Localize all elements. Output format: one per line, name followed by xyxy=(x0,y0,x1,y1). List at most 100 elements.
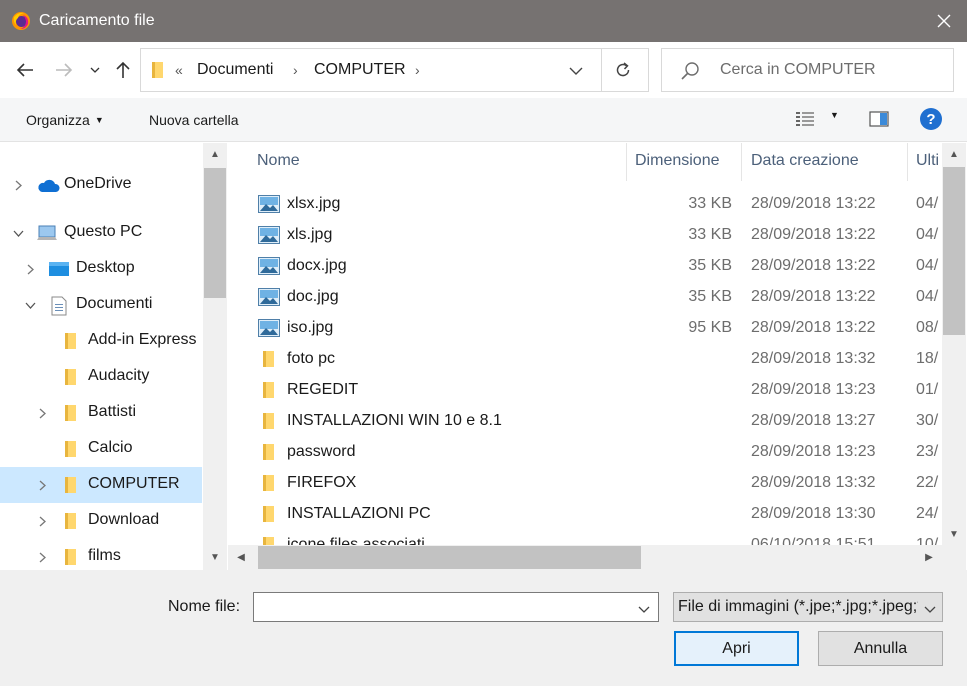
expand-chevron-icon[interactable] xyxy=(36,406,48,420)
file-name: INSTALLAZIONI WIN 10 e 8.1 xyxy=(287,412,502,429)
file-row[interactable]: foto pc 28/09/2018 13:32 18/ xyxy=(228,344,940,375)
sidebar-item-documenti[interactable]: Documenti xyxy=(0,287,202,323)
sidebar-item-label: Download xyxy=(88,511,160,528)
search-box[interactable]: Cerca in COMPUTER xyxy=(661,48,954,92)
sidebar-item-label: Documenti xyxy=(76,295,153,312)
scroll-left-icon[interactable]: ◀ xyxy=(230,545,252,570)
filetype-select[interactable]: File di immagini (*.jpe;*.jpg;*.jpeg;*.g… xyxy=(673,592,943,622)
filename-input[interactable] xyxy=(253,592,659,622)
preview-pane-button[interactable] xyxy=(869,110,889,132)
column-divider[interactable] xyxy=(626,143,627,181)
sidebar-item-onedrive[interactable]: OneDrive xyxy=(0,167,202,203)
address-dropdown-button[interactable] xyxy=(569,63,583,80)
file-row[interactable]: FIREFOX 28/09/2018 13:32 22/ xyxy=(228,468,940,499)
expand-chevron-icon[interactable] xyxy=(24,262,36,276)
breadcrumb-separator[interactable]: › xyxy=(415,62,420,78)
back-button[interactable] xyxy=(14,59,36,81)
file-row[interactable]: doc.jpg 35 KB 28/09/2018 13:22 04/ xyxy=(228,282,940,313)
folder-icon xyxy=(62,548,78,570)
close-icon xyxy=(937,14,951,28)
column-header-name[interactable]: Nome xyxy=(257,143,300,181)
column-header-created[interactable]: Data creazione xyxy=(751,143,859,181)
address-bar[interactable]: « Documenti › COMPUTER › xyxy=(140,48,649,92)
close-button[interactable] xyxy=(921,0,967,42)
file-row[interactable]: docx.jpg 35 KB 28/09/2018 13:22 04/ xyxy=(228,251,940,282)
scrollbar-thumb[interactable] xyxy=(204,168,226,298)
file-row[interactable]: xls.jpg 33 KB 28/09/2018 13:22 04/ xyxy=(228,220,940,251)
collapse-chevron-icon[interactable] xyxy=(24,298,36,312)
navigation-scrollbar[interactable]: ▲ ▼ xyxy=(203,143,227,570)
file-row[interactable]: REGEDIT 28/09/2018 13:23 01/ xyxy=(228,375,940,406)
expand-chevron-icon[interactable] xyxy=(36,514,48,528)
folder-icon xyxy=(260,350,276,372)
sidebar-item-calcio[interactable]: Calcio xyxy=(0,431,202,467)
sidebar-item-battisti[interactable]: Battisti xyxy=(0,395,202,431)
breadcrumb-computer[interactable]: COMPUTER xyxy=(314,61,406,79)
expand-chevron-icon[interactable] xyxy=(12,178,24,192)
file-row[interactable]: INSTALLAZIONI WIN 10 e 8.1 28/09/2018 13:… xyxy=(228,406,940,437)
folder-icon xyxy=(62,332,78,354)
sidebar-item-audacity[interactable]: Audacity xyxy=(0,359,202,395)
file-modified-date: 18/ xyxy=(916,350,939,367)
forward-button[interactable] xyxy=(53,59,75,81)
sidebar-item-questo-pc[interactable]: Questo PC xyxy=(0,215,202,251)
organize-menu-button[interactable]: Organizza ▼ xyxy=(26,112,104,128)
file-created-date: 28/09/2018 13:23 xyxy=(751,443,876,460)
file-name: doc.jpg xyxy=(287,288,339,305)
column-header-modified[interactable]: Ulti xyxy=(916,143,939,181)
recent-locations-button[interactable] xyxy=(84,59,106,81)
file-modified-date: 04/ xyxy=(916,257,939,274)
file-row[interactable]: password 28/09/2018 13:23 23/ xyxy=(228,437,940,468)
help-button[interactable]: ? xyxy=(920,108,942,130)
file-created-date: 28/09/2018 13:32 xyxy=(751,474,876,491)
folder-icon xyxy=(260,381,276,403)
folder-icon xyxy=(260,412,276,434)
sidebar-item-add-in-express[interactable]: Add-in Express xyxy=(0,323,202,359)
filename-history-dropdown[interactable] xyxy=(638,601,650,618)
sidebar-item-label: Calcio xyxy=(88,439,133,456)
sidebar-item-computer[interactable]: COMPUTER xyxy=(0,467,202,503)
column-divider[interactable] xyxy=(907,143,908,181)
collapse-chevron-icon[interactable] xyxy=(12,226,24,240)
scrollbar-thumb[interactable] xyxy=(258,546,641,569)
image-file-icon xyxy=(258,319,280,341)
folder-icon xyxy=(260,443,276,465)
scroll-down-icon[interactable]: ▼ xyxy=(203,546,227,568)
view-options-dropdown[interactable]: ▼ xyxy=(830,110,839,120)
file-list-vertical-scrollbar[interactable]: ▲ ▼ xyxy=(942,143,966,545)
file-row[interactable]: xlsx.jpg 33 KB 28/09/2018 13:22 04/ xyxy=(228,189,940,220)
change-view-button[interactable] xyxy=(795,110,817,132)
file-modified-date: 04/ xyxy=(916,226,939,243)
sidebar-item-label: films xyxy=(88,547,121,564)
scroll-up-icon[interactable]: ▲ xyxy=(203,143,227,165)
scroll-right-icon[interactable]: ▶ xyxy=(918,545,940,570)
file-list-horizontal-scrollbar[interactable]: ◀ ▶ xyxy=(228,545,942,570)
open-button[interactable]: Apri xyxy=(674,631,799,666)
organize-label: Organizza xyxy=(26,112,90,128)
up-button[interactable] xyxy=(112,59,134,81)
file-row[interactable]: iso.jpg 95 KB 28/09/2018 13:22 08/ xyxy=(228,313,940,344)
file-name: INSTALLAZIONI PC xyxy=(287,505,431,522)
column-divider[interactable] xyxy=(741,143,742,181)
file-row[interactable]: INSTALLAZIONI PC 28/09/2018 13:30 24/ xyxy=(228,499,940,530)
breadcrumb-overflow[interactable]: « xyxy=(175,62,183,78)
column-header-size[interactable]: Dimensione xyxy=(635,143,719,181)
folder-icon xyxy=(149,61,165,83)
file-created-date: 28/09/2018 13:22 xyxy=(751,288,876,305)
image-file-icon xyxy=(258,288,280,310)
breadcrumb-documenti[interactable]: Documenti xyxy=(197,61,273,79)
sidebar-item-label: COMPUTER xyxy=(88,475,180,492)
scroll-up-icon[interactable]: ▲ xyxy=(942,143,966,165)
sidebar-item-desktop[interactable]: Desktop xyxy=(0,251,202,287)
file-created-date: 28/09/2018 13:30 xyxy=(751,505,876,522)
expand-chevron-icon[interactable] xyxy=(36,478,48,492)
expand-chevron-icon[interactable] xyxy=(36,550,48,564)
breadcrumb-separator[interactable]: › xyxy=(293,62,298,78)
refresh-button[interactable] xyxy=(614,61,632,83)
new-folder-button[interactable]: Nuova cartella xyxy=(149,112,239,128)
sidebar-item-download[interactable]: Download xyxy=(0,503,202,539)
scrollbar-thumb[interactable] xyxy=(943,167,965,335)
folder-icon xyxy=(62,512,78,534)
cancel-button[interactable]: Annulla xyxy=(818,631,943,666)
scroll-down-icon[interactable]: ▼ xyxy=(942,523,966,545)
